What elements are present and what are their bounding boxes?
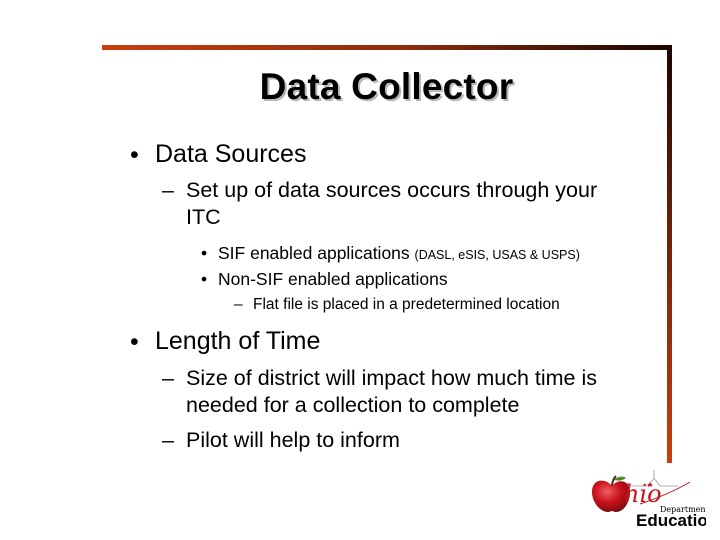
ohio-department-of-education-logo: hio Department of Education (578, 468, 706, 528)
level3-bullet-marker: • (201, 243, 208, 263)
logo-script-text: hio (624, 480, 662, 508)
sub-bullet-marker: – (162, 178, 174, 202)
sub-bullet-text-cont: ITC (186, 205, 221, 229)
level3-bullet-text: SIF enabled applications (DASL, eSIS, US… (218, 243, 580, 264)
sub-bullet-text-cont: needed for a collection to complete (186, 393, 520, 417)
apple-icon: hio Department of Education (592, 470, 706, 528)
level4-bullet-text: Flat file is placed in a predetermined l… (253, 296, 560, 313)
sub-bullet-marker: – (162, 428, 174, 452)
sub-bullet-text: Size of district will impact how much ti… (186, 366, 597, 390)
accent-bar-horizontal (102, 45, 671, 50)
sif-apps-text: SIF enabled applications (218, 243, 410, 263)
sub-bullet-text: Set up of data sources occurs through yo… (186, 178, 598, 202)
bullet-marker: • (130, 328, 139, 356)
level3-bullet-text: Non-SIF enabled applications (218, 269, 448, 289)
bullet-text: Length of Time (155, 327, 321, 355)
bullet-marker: • (130, 141, 139, 169)
bullet-text: Data Sources (155, 140, 307, 168)
logo-education-text: Education (636, 511, 706, 528)
sif-apps-note: (DASL, eSIS, USAS & USPS) (414, 248, 580, 262)
level3-bullet-marker: • (201, 269, 208, 289)
sub-bullet-text: Pilot will help to inform (186, 428, 400, 452)
slide-title: Data Collector (259, 66, 514, 107)
level4-bullet-marker: – (234, 296, 243, 313)
sub-bullet-marker: – (162, 366, 174, 390)
